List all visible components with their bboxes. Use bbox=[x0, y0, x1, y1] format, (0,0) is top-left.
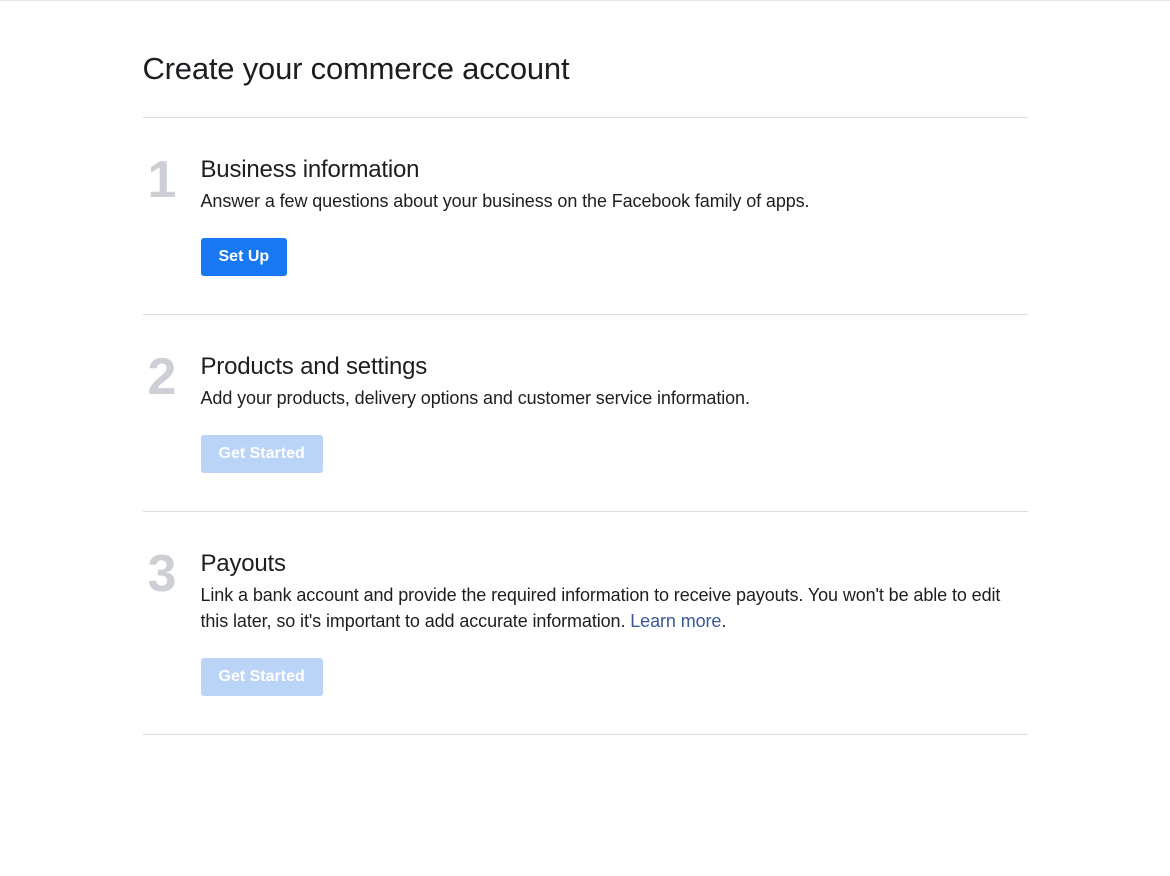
step-content: Payouts Link a bank account and provide … bbox=[201, 550, 1028, 696]
step-description-suffix: . bbox=[721, 611, 726, 631]
step-products-settings: 2 Products and settings Add your product… bbox=[143, 315, 1028, 512]
step-business-information: 1 Business information Answer a few ques… bbox=[143, 118, 1028, 315]
step-description-text: Link a bank account and provide the requ… bbox=[201, 585, 1001, 631]
step-title: Products and settings bbox=[201, 353, 1028, 381]
step-description: Link a bank account and provide the requ… bbox=[201, 582, 1028, 634]
step-description: Add your products, delivery options and … bbox=[201, 385, 1028, 411]
step-content: Business information Answer a few questi… bbox=[201, 156, 1028, 276]
main-container: Create your commerce account 1 Business … bbox=[143, 1, 1028, 735]
step-content: Products and settings Add your products,… bbox=[201, 353, 1028, 473]
get-started-button: Get Started bbox=[201, 435, 323, 473]
step-number: 1 bbox=[148, 154, 201, 206]
step-title: Business information bbox=[201, 156, 1028, 184]
step-description: Answer a few questions about your busine… bbox=[201, 188, 1028, 214]
set-up-button[interactable]: Set Up bbox=[201, 238, 288, 276]
step-number: 2 bbox=[148, 351, 201, 403]
learn-more-link[interactable]: Learn more bbox=[630, 611, 721, 631]
step-title: Payouts bbox=[201, 550, 1028, 578]
page-title: Create your commerce account bbox=[143, 51, 1028, 118]
step-payouts: 3 Payouts Link a bank account and provid… bbox=[143, 512, 1028, 735]
get-started-button: Get Started bbox=[201, 658, 323, 696]
step-number: 3 bbox=[148, 548, 201, 600]
